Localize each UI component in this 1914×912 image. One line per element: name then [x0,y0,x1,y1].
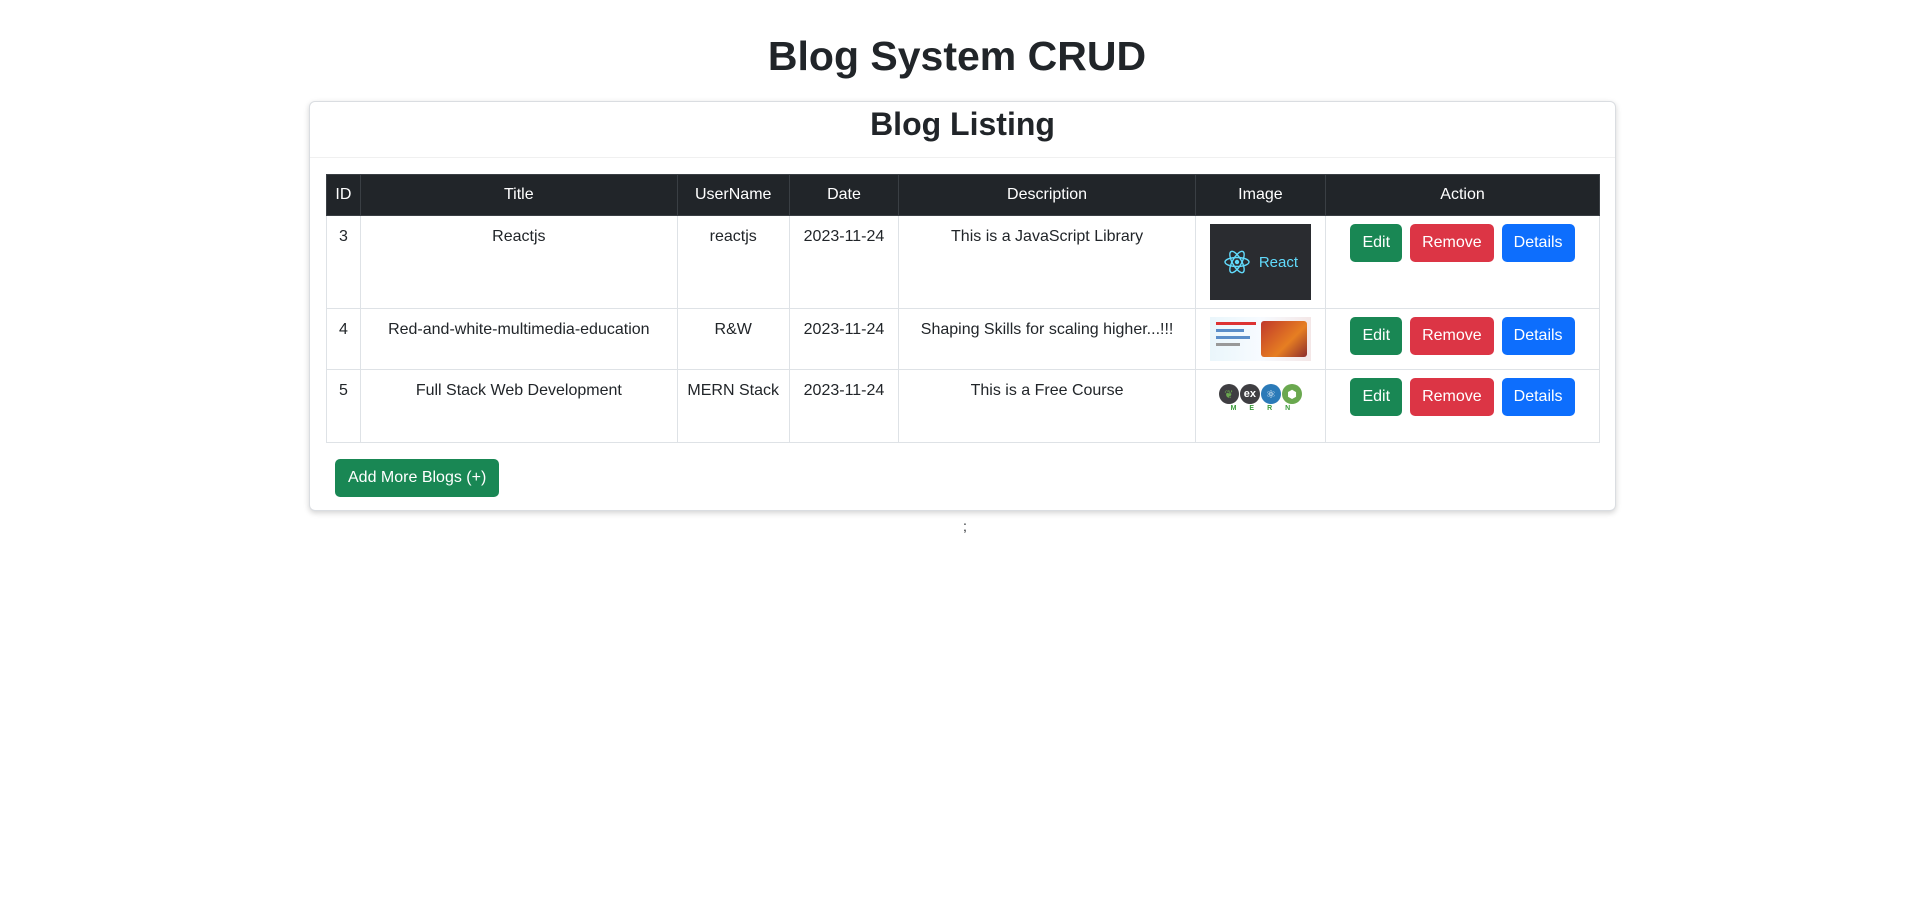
edit-button[interactable]: Edit [1350,224,1403,262]
blog-listing-card: Blog Listing ID Title UserName Date Desc… [309,101,1616,511]
cell-date: 2023-11-24 [788,369,900,443]
cell-date: 2023-11-24 [788,308,900,370]
cell-username: R&W [676,308,790,370]
column-header-username: UserName [676,174,790,216]
education-thumbnail [1209,317,1311,361]
cell-image: React [1194,215,1327,309]
mongodb-icon: ❦ [1218,384,1239,404]
details-button[interactable]: Details [1501,224,1575,262]
edit-button[interactable]: Edit [1350,378,1403,416]
details-button[interactable]: Details [1501,378,1575,416]
react-thumbnail-label: React [1258,253,1298,271]
page-title: Blog System CRUD [767,33,1147,79]
mern-thumbnail: ❦ ex ⚛ ⬢ M E R N [1210,378,1311,418]
mern-letter-r: R [1267,405,1273,412]
table-row: 5 Full Stack Web Development MERN Stack … [326,369,1600,443]
cell-username: MERN Stack [676,369,790,443]
cell-id: 5 [326,369,361,443]
edit-button[interactable]: Edit [1350,317,1403,355]
education-thumbnail-photo [1260,321,1307,357]
table-row: 4 Red-and-white-multimedia-education R&W… [326,308,1600,370]
cell-title: Red-and-white-multimedia-education [359,308,678,370]
cell-date: 2023-11-24 [788,215,900,309]
blog-table: ID Title UserName Date Description Image… [326,174,1600,443]
cell-actions: Edit Remove Details [1325,369,1600,443]
column-header-image: Image [1194,174,1327,216]
remove-button[interactable]: Remove [1410,224,1494,262]
remove-button[interactable]: Remove [1410,378,1494,416]
column-header-description: Description [898,174,1196,216]
column-header-action: Action [1325,174,1600,216]
cell-username: reactjs [676,215,790,309]
cell-image [1194,308,1327,370]
cell-description: This is a JavaScript Library [898,215,1196,309]
react-atom-icon [1224,250,1250,274]
add-more-blogs-button[interactable]: Add More Blogs (+) [335,459,500,497]
column-header-title: Title [359,174,678,216]
remove-button[interactable]: Remove [1410,317,1494,355]
column-header-date: Date [788,174,900,216]
table-header-row: ID Title UserName Date Description Image… [326,174,1600,216]
column-header-id: ID [326,174,361,216]
cell-description: Shaping Skills for scaling higher...!!! [898,308,1196,370]
cell-description: This is a Free Course [898,369,1196,443]
education-thumbnail-text-block [1215,322,1256,356]
react-icon: ⚛ [1260,384,1281,404]
details-button[interactable]: Details [1501,317,1575,355]
table-row: 3 Reactjs reactjs 2023-11-24 This is a J… [326,215,1600,309]
nodejs-icon: ⬢ [1281,384,1302,404]
cell-title: Full Stack Web Development [359,369,678,443]
mern-letter-m: M [1230,405,1237,412]
cell-actions: Edit Remove Details [1325,308,1600,370]
cell-id: 3 [326,215,361,309]
card-header: Blog Listing [310,102,1615,158]
cell-actions: Edit Remove Details [1325,215,1600,309]
react-thumbnail: React [1209,224,1311,300]
mern-letter-e: E [1249,405,1255,412]
cell-id: 4 [326,308,361,370]
express-icon: ex [1239,384,1260,404]
footer-text: ; [963,518,967,534]
cell-title: Reactjs [359,215,678,309]
cell-image: ❦ ex ⚛ ⬢ M E R N [1194,369,1327,443]
mern-letter-n: N [1285,405,1291,412]
